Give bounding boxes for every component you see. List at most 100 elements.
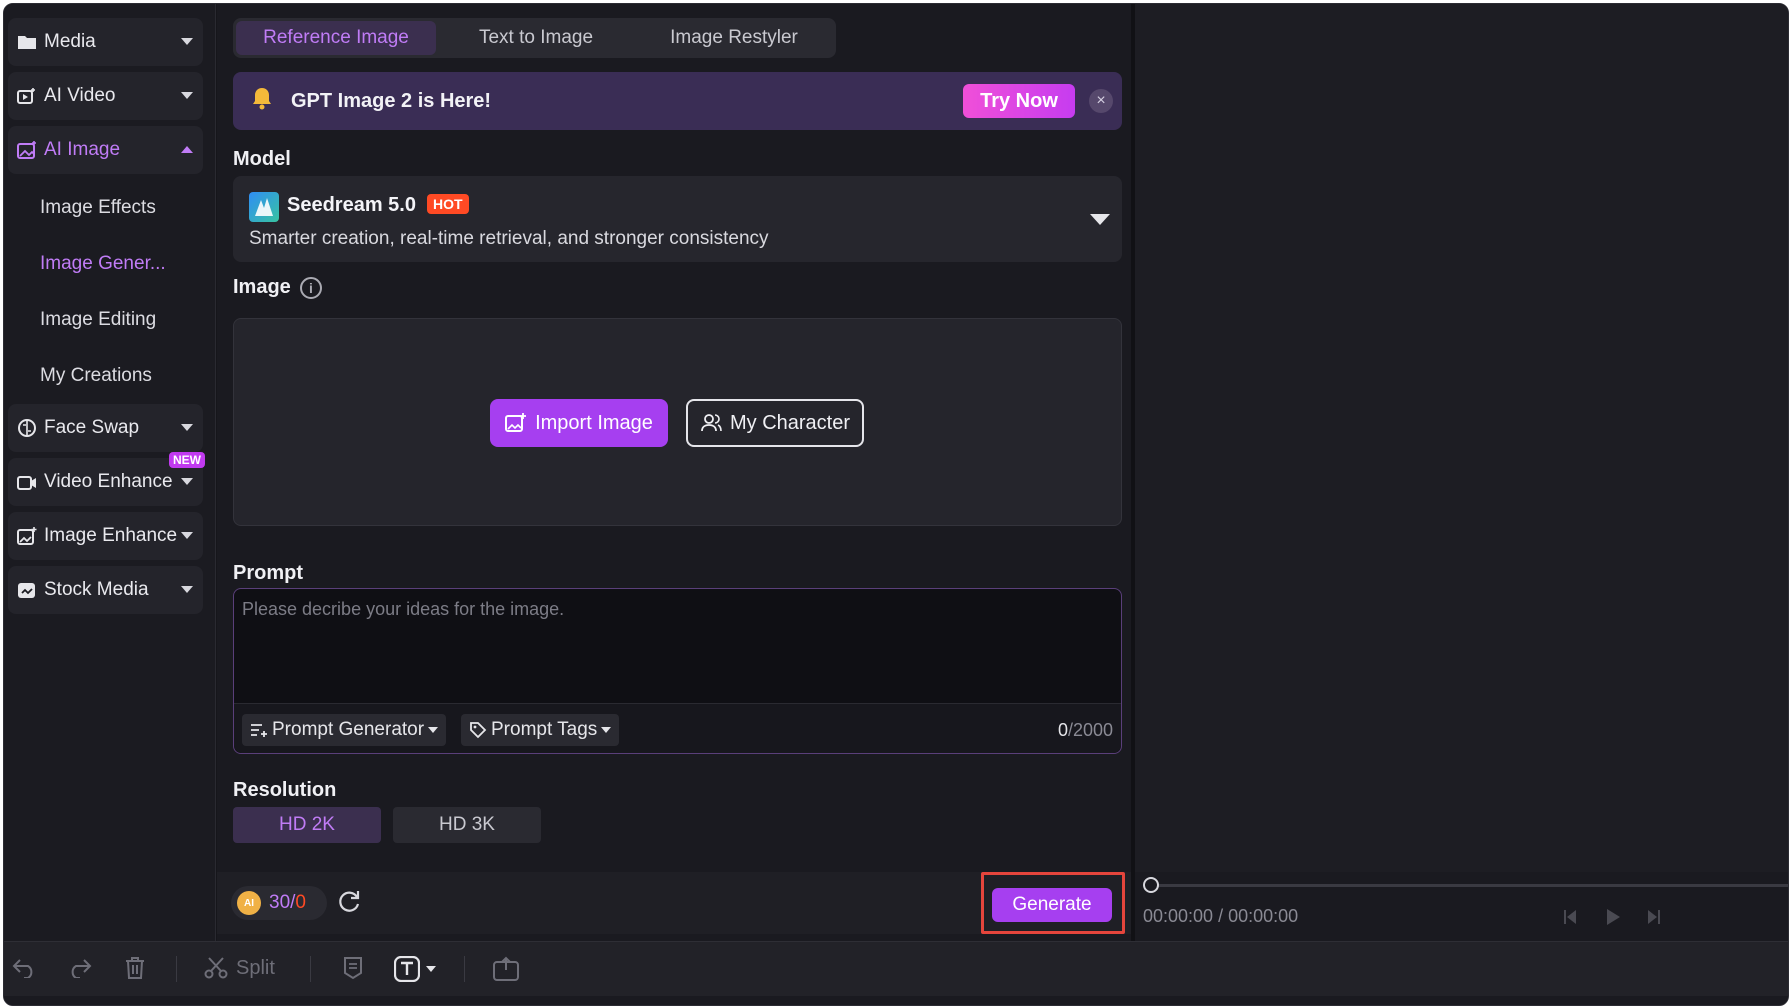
prompt-section-label: Prompt (233, 562, 303, 584)
prev-frame-icon[interactable] (1563, 908, 1579, 931)
try-now-button[interactable]: Try Now (963, 84, 1075, 118)
banner-title: GPT Image 2 is Here! (291, 89, 492, 112)
tab-image-restyler[interactable]: Image Restyler (636, 21, 832, 55)
chevron-down-icon (601, 727, 612, 733)
resolution-option-hd-2k[interactable]: HD 2K (233, 807, 381, 843)
toolbar-divider (464, 956, 465, 982)
sidebar-item-image-enhance[interactable]: Image Enhance (8, 512, 203, 560)
sidebar-item-label: Face Swap (44, 417, 140, 438)
tab-text-to-image[interactable]: Text to Image (436, 21, 636, 55)
close-icon[interactable]: × (1089, 89, 1113, 113)
sidebar-subitem-image-editing[interactable]: Image Editing (4, 292, 215, 348)
sidebar-item-face-swap[interactable]: Face Swap (8, 404, 203, 452)
image-enhance-icon (16, 525, 38, 547)
credits-used: 0 (295, 892, 306, 913)
status-strip (4, 996, 1788, 1005)
image-add-icon (505, 413, 527, 433)
resolution-option-hd-3k[interactable]: HD 3K (393, 807, 541, 843)
generate-highlight: Generate (981, 872, 1125, 934)
sidebar-item-stock-media[interactable]: Stock Media (8, 566, 203, 614)
generate-button[interactable]: Generate (992, 888, 1112, 922)
sidebar-subitem-my-creations[interactable]: My Creations (4, 348, 215, 404)
main-panel: Reference Image Text to Image Image Rest… (217, 4, 1131, 941)
image-drop-zone[interactable]: Import Image My Character (233, 318, 1122, 526)
refresh-icon[interactable] (335, 888, 363, 921)
chevron-down-icon[interactable] (1090, 214, 1110, 225)
face-swap-icon (16, 417, 38, 439)
folder-icon (16, 31, 38, 53)
chevron-down-icon (181, 92, 193, 99)
prompt-generator-label: Prompt Generator (272, 719, 425, 740)
trash-icon[interactable] (124, 956, 146, 980)
hot-badge: HOT (427, 194, 469, 214)
tab-reference-image[interactable]: Reference Image (236, 21, 436, 55)
current-time: 00:00:00 (1143, 906, 1214, 926)
mode-tabs: Reference Image Text to Image Image Rest… (233, 18, 836, 58)
toolbar-divider (310, 956, 311, 982)
new-badge: NEW (169, 452, 205, 468)
text-box-icon (394, 956, 420, 982)
tag-icon (469, 721, 487, 739)
sidebar-item-label: AI Image (44, 139, 121, 160)
text-tool-button[interactable] (394, 956, 436, 982)
prompt-tags-button[interactable]: Prompt Tags (461, 714, 620, 746)
image-section-label: Image (233, 276, 291, 298)
total-time: 00:00:00 (1228, 906, 1299, 926)
credits-available: 30 (269, 892, 291, 913)
model-selector[interactable]: Seedream 5.0 HOT Smarter creation, real-… (233, 176, 1122, 262)
model-description: Smarter creation, real-time retrieval, a… (249, 228, 769, 249)
character-counter: 0/2000 (1058, 720, 1113, 741)
sidebar-item-ai-image[interactable]: AI Image (8, 126, 203, 174)
split-button[interactable]: Split (204, 956, 275, 980)
time-display: 00:00:00 / 00:00:00 (1143, 906, 1298, 927)
chevron-down-icon (428, 727, 439, 733)
prompt-generator-button[interactable]: Prompt Generator (242, 714, 447, 746)
sidebar: Media AI Video AI Image Image Effects Im… (4, 4, 216, 941)
edit-toolbar: Split (4, 941, 1788, 996)
sidebar-item-ai-video[interactable]: AI Video (8, 72, 203, 120)
playhead-handle[interactable] (1143, 877, 1159, 893)
model-section-label: Model (233, 148, 291, 170)
stock-media-icon (16, 579, 38, 601)
play-icon[interactable] (1605, 908, 1621, 931)
sidebar-item-media[interactable]: Media (8, 18, 203, 66)
sidebar-item-label: AI Video (44, 85, 116, 106)
undo-icon[interactable] (12, 956, 38, 978)
export-frame-icon[interactable] (492, 956, 520, 982)
sidebar-subitem-image-effects[interactable]: Image Effects (4, 180, 215, 236)
import-image-button[interactable]: Import Image (490, 399, 668, 447)
list-add-icon (250, 722, 268, 738)
sidebar-subitem-label: My Creations (40, 365, 152, 386)
announcement-banner: GPT Image 2 is Here! Try Now × (233, 72, 1122, 130)
preview-viewport (1135, 4, 1788, 872)
app-window: Media AI Video AI Image Image Effects Im… (3, 3, 1789, 1006)
next-frame-icon[interactable] (1645, 908, 1661, 931)
info-icon[interactable]: i (300, 277, 322, 299)
prompt-toolbar: Prompt Generator Prompt Tags 0/2000 (234, 703, 1121, 753)
chevron-down-icon (181, 424, 193, 431)
prompt-input[interactable] (242, 599, 1112, 689)
sidebar-item-label: Media (44, 31, 96, 52)
my-character-label: My Character (729, 411, 851, 434)
seedream-logo-icon (249, 192, 279, 222)
my-character-button[interactable]: My Character (686, 399, 864, 447)
sidebar-subitem-image-generator[interactable]: Image Gener... (4, 236, 215, 292)
sidebar-item-label: Image Enhance (44, 525, 178, 546)
sidebar-item-label: Stock Media (44, 579, 149, 600)
import-image-label: Import Image (535, 411, 653, 434)
bell-icon (249, 85, 275, 118)
user-icon (700, 413, 722, 433)
chevron-down-icon (181, 38, 193, 45)
marker-icon[interactable] (342, 956, 364, 980)
time-separator: / (1213, 906, 1229, 926)
playback-track[interactable] (1149, 884, 1788, 887)
redo-icon[interactable] (66, 956, 92, 978)
playback-controls: 00:00:00 / 00:00:00 (1135, 872, 1788, 941)
sidebar-item-video-enhance[interactable]: Video Enhance NEW (8, 452, 205, 506)
toolbar-divider (176, 956, 177, 982)
ai-image-icon (16, 139, 38, 161)
model-name: Seedream 5.0 (287, 194, 416, 216)
chevron-down-icon (181, 532, 193, 539)
split-label: Split (236, 956, 275, 979)
preview-panel: 00:00:00 / 00:00:00 (1131, 4, 1788, 941)
